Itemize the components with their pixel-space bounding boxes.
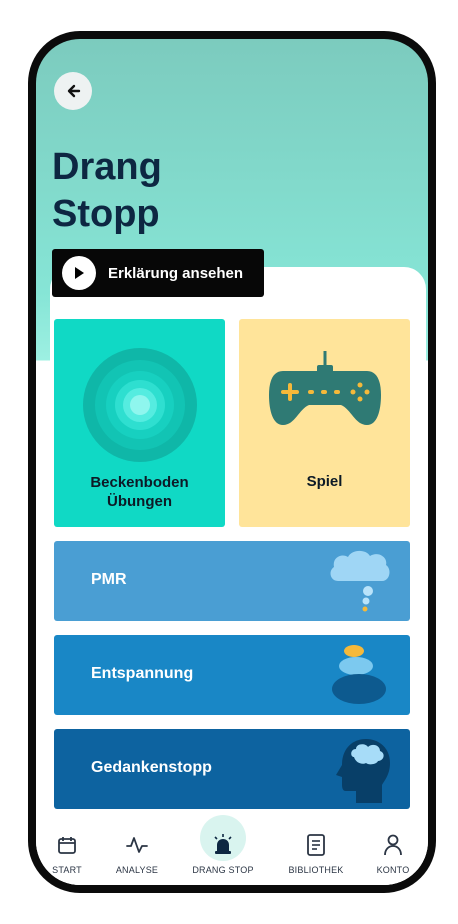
siren-icon <box>214 834 232 854</box>
pulse-icon <box>126 837 148 853</box>
user-icon <box>384 834 402 856</box>
calendar-icon <box>58 837 76 854</box>
app-screen: Drang Stopp Erklärung ansehen Beckenbode… <box>36 39 428 885</box>
head-brain-icon <box>336 739 390 803</box>
nav-item-library[interactable]: BIBLIOTHEK <box>280 833 352 875</box>
thought-cloud-icon <box>330 550 390 612</box>
row-thought-stop[interactable]: Gedankenstopp <box>54 729 410 809</box>
nav-label-account: KONTO <box>376 865 410 875</box>
row-thought-stop-label: Gedankenstopp <box>91 759 212 776</box>
explain-video-button[interactable]: Erklärung ansehen <box>52 249 264 297</box>
tile-game-label: Spiel <box>306 473 343 490</box>
stacked-stones-icon <box>332 645 386 704</box>
row-relaxation-label: Entspannung <box>91 665 194 682</box>
nav-label-analysis: ANALYSE <box>115 865 159 875</box>
row-relaxation[interactable]: Entspannung <box>54 635 410 715</box>
row-pmr-label: PMR <box>91 571 127 588</box>
nav-item-account[interactable]: KONTO <box>357 833 428 875</box>
back-button[interactable] <box>54 72 92 110</box>
tile-pelvic-floor-exercises[interactable]: Beckenboden Übungen <box>54 319 225 527</box>
page-title-line-2: Stopp <box>52 193 160 235</box>
page-title-line-1: Drang <box>52 146 162 188</box>
play-icon <box>62 256 96 290</box>
tile-game[interactable]: Spiel <box>239 319 410 527</box>
page-title: Drang Stopp <box>52 144 162 238</box>
explain-video-label: Erklärung ansehen <box>108 264 244 282</box>
row-pmr[interactable]: PMR <box>54 541 410 621</box>
tile-pelvic-floor-label: Beckenboden Übungen <box>90 474 189 510</box>
bottom-navigation: START ANALYSE DRANG STOP BIBLIOTHEK KONT… <box>36 815 428 885</box>
concentric-circles-icon <box>83 348 197 462</box>
nav-item-analysis[interactable]: ANALYSE <box>101 833 173 875</box>
nav-item-start[interactable]: START <box>36 833 103 875</box>
nav-item-urge-stop[interactable]: DRANG STOP <box>187 833 259 875</box>
arrow-left-icon <box>67 84 81 98</box>
document-icon <box>307 834 325 856</box>
gamepad-icon <box>269 351 381 425</box>
nav-label-library: BIBLIOTHEK <box>288 865 344 875</box>
nav-label-start: START <box>52 865 82 875</box>
nav-label-urge-stop: DRANG STOP <box>192 865 254 875</box>
